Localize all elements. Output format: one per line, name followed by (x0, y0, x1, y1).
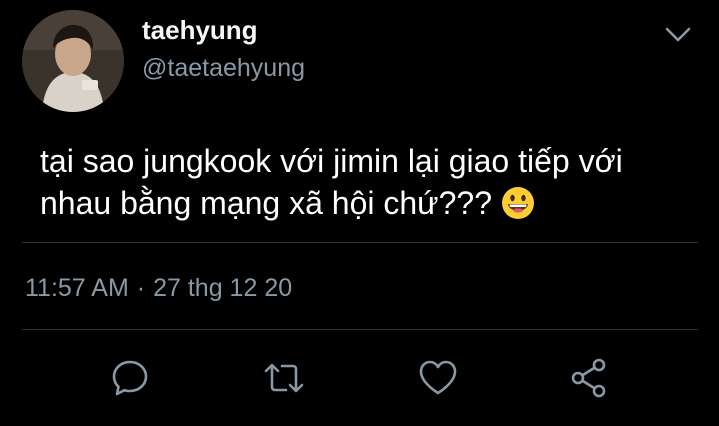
retweet-button[interactable] (262, 356, 306, 400)
divider-top (22, 242, 698, 243)
heart-icon (416, 356, 460, 400)
share-nodes-icon (568, 356, 612, 400)
retweet-arrows-icon (262, 356, 306, 400)
reply-button[interactable] (108, 356, 152, 400)
tweet-timestamp[interactable]: 11:57 AM · 27 thg 12 20 (25, 272, 292, 304)
tweet-text-line-2: nhau bằng mạng xã hội chứ??? (40, 182, 680, 224)
display-name[interactable]: taehyung (142, 14, 258, 46)
user-handle[interactable]: @taetaehyung (142, 52, 305, 84)
tweet-time: 11:57 AM (25, 274, 129, 302)
tweet-text-line-2-text: nhau bằng mạng xã hội chứ??? (40, 185, 492, 221)
tweet-text-line-1: tại sao jungkook với jimin lại giao tiếp… (40, 143, 623, 179)
tweet-text: tại sao jungkook với jimin lại giao tiếp… (40, 140, 680, 224)
avatar[interactable] (22, 10, 124, 112)
reply-bubble-icon (108, 356, 152, 400)
tweet-date: 27 thg 12 20 (153, 274, 293, 302)
divider-bottom (22, 329, 698, 330)
meta-separator: · (136, 274, 146, 302)
share-button[interactable] (568, 356, 612, 400)
chevron-down-icon[interactable] (662, 20, 694, 48)
grinning-face-emoji-icon (501, 186, 535, 220)
like-button[interactable] (416, 356, 460, 400)
